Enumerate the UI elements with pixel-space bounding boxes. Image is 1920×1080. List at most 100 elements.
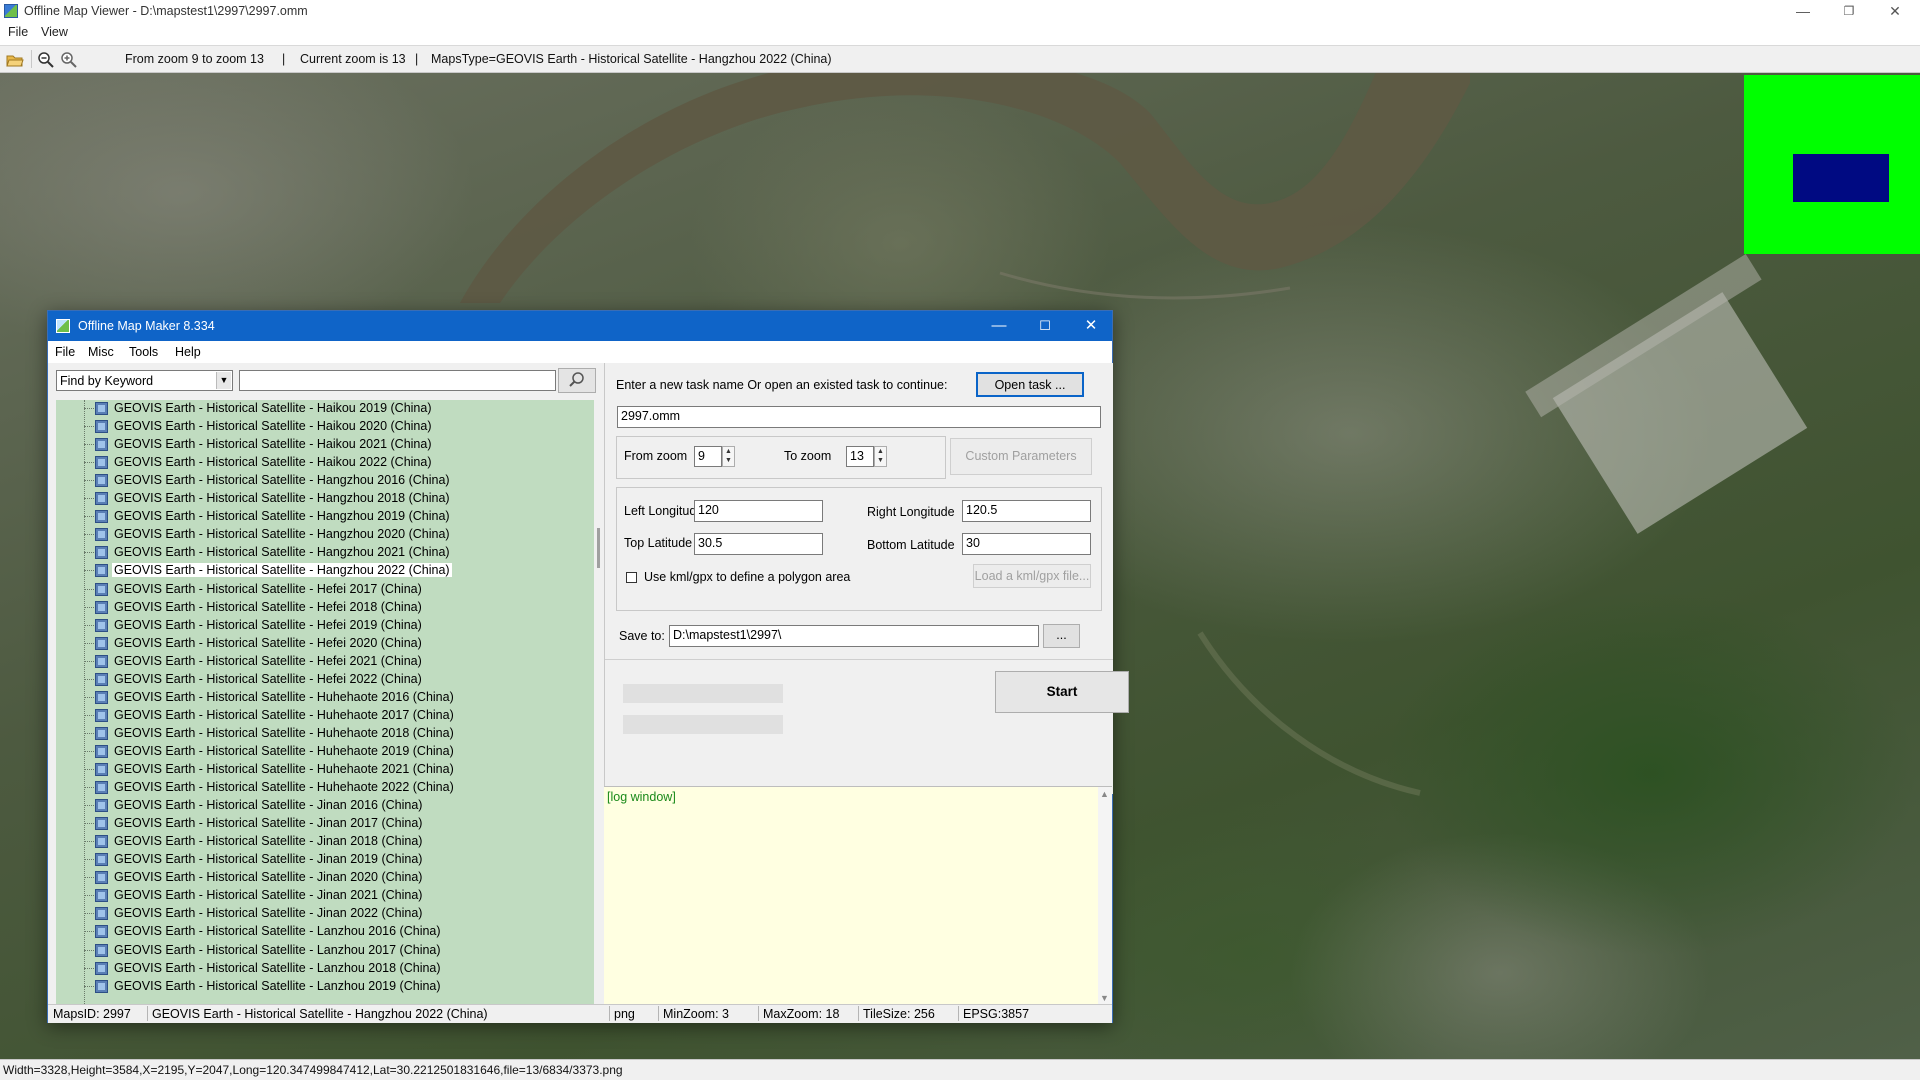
from-zoom-input[interactable]: 9 xyxy=(694,446,722,467)
tree-item[interactable]: GEOVIS Earth - Historical Satellite - He… xyxy=(56,635,595,653)
tree-item[interactable]: GEOVIS Earth - Historical Satellite - Ha… xyxy=(56,436,595,454)
task-prompt: Enter a new task name Or open an existed… xyxy=(616,378,948,392)
tree-item-label: GEOVIS Earth - Historical Satellite - Ji… xyxy=(114,870,423,885)
minimize-button[interactable]: — xyxy=(1780,0,1826,23)
tree-item[interactable]: GEOVIS Earth - Historical Satellite - Ha… xyxy=(56,490,595,508)
tree-item[interactable]: GEOVIS Earth - Historical Satellite - Ji… xyxy=(56,905,595,923)
dialog-minimize-button[interactable]: — xyxy=(976,311,1022,341)
tree-item[interactable]: GEOVIS Earth - Historical Satellite - Ha… xyxy=(56,400,595,418)
tree-item[interactable]: GEOVIS Earth - Historical Satellite - He… xyxy=(56,671,595,689)
tree-item[interactable]: GEOVIS Earth - Historical Satellite - La… xyxy=(56,978,595,996)
search-icon xyxy=(569,372,584,387)
tree-item[interactable]: GEOVIS Earth - Historical Satellite - He… xyxy=(56,599,595,617)
tree-item[interactable]: GEOVIS Earth - Historical Satellite - Hu… xyxy=(56,779,595,797)
tree-item[interactable]: GEOVIS Earth - Historical Satellite - Ji… xyxy=(56,887,595,905)
map-icon xyxy=(95,420,108,434)
tree-item[interactable]: GEOVIS Earth - Historical Satellite - Ha… xyxy=(56,472,595,490)
log-window[interactable]: [log window] ▲ ▼ xyxy=(604,786,1112,1005)
custom-parameters-button[interactable]: Custom Parameters xyxy=(950,438,1092,475)
tree-item-label: GEOVIS Earth - Historical Satellite - Ji… xyxy=(114,816,423,831)
tree-item[interactable]: GEOVIS Earth - Historical Satellite - He… xyxy=(56,581,595,599)
top-latitude-input[interactable]: 30.5 xyxy=(694,533,823,555)
tree-item[interactable]: GEOVIS Earth - Historical Satellite - Hu… xyxy=(56,689,595,707)
polygon-checkbox[interactable] xyxy=(626,572,637,583)
search-input[interactable] xyxy=(239,370,556,391)
status-min-zoom: MinZoom: 3 xyxy=(663,1007,729,1021)
menu-file[interactable]: File xyxy=(8,25,28,39)
scroll-down-icon[interactable]: ▼ xyxy=(1100,993,1109,1003)
tree-item[interactable]: GEOVIS Earth - Historical Satellite - He… xyxy=(56,653,595,671)
right-longitude-input[interactable]: 120.5 xyxy=(962,500,1091,522)
map-icon xyxy=(95,564,108,578)
tree-item-label: GEOVIS Earth - Historical Satellite - Ha… xyxy=(114,509,450,524)
find-mode-select[interactable]: Find by Keyword ▼ xyxy=(56,370,233,391)
start-button[interactable]: Start xyxy=(995,671,1129,713)
tree-line xyxy=(84,913,94,915)
zoom-in-icon[interactable] xyxy=(60,51,78,69)
task-name-input[interactable]: 2997.omm xyxy=(617,406,1101,428)
tree-item[interactable]: GEOVIS Earth - Historical Satellite - La… xyxy=(56,923,595,941)
task-panel: Enter a new task name Or open an existed… xyxy=(604,363,1129,794)
open-task-button[interactable]: Open task ... xyxy=(976,372,1084,397)
tree-line xyxy=(84,750,94,752)
tree-item[interactable]: GEOVIS Earth - Historical Satellite - Hu… xyxy=(56,761,595,779)
tree-item[interactable]: GEOVIS Earth - Historical Satellite - Ha… xyxy=(56,508,595,526)
to-zoom-input[interactable]: 13 xyxy=(846,446,874,467)
dialog-menu-tools[interactable]: Tools xyxy=(129,345,158,359)
tree-item-label: GEOVIS Earth - Historical Satellite - Ha… xyxy=(114,545,450,560)
tree-item-label: GEOVIS Earth - Historical Satellite - Hu… xyxy=(114,762,454,776)
status-divider xyxy=(858,1006,859,1021)
save-to-label: Save to: xyxy=(619,629,665,643)
close-button[interactable]: ✕ xyxy=(1872,0,1918,23)
tree-scrollbar[interactable] xyxy=(594,400,604,1004)
tree-item[interactable]: GEOVIS Earth - Historical Satellite - Hu… xyxy=(56,725,595,743)
maps-tree[interactable]: GEOVIS Earth - Historical Satellite - Ha… xyxy=(56,400,595,1004)
tree-item[interactable]: GEOVIS Earth - Historical Satellite - Ha… xyxy=(56,454,595,472)
load-kml-button[interactable]: Load a kml/gpx file... xyxy=(973,564,1091,588)
bottom-latitude-input[interactable]: 30 xyxy=(962,533,1091,555)
tree-item[interactable]: GEOVIS Earth - Historical Satellite - La… xyxy=(56,942,595,960)
search-button[interactable] xyxy=(558,368,596,393)
tree-item[interactable]: GEOVIS Earth - Historical Satellite - Ji… xyxy=(56,797,595,815)
map-icon xyxy=(95,781,108,795)
dialog-close-button[interactable]: ✕ xyxy=(1068,311,1114,341)
tree-item[interactable]: GEOVIS Earth - Historical Satellite - Ji… xyxy=(56,833,595,851)
menu-view[interactable]: View xyxy=(41,25,68,39)
dialog-menu-misc[interactable]: Misc xyxy=(88,345,114,359)
to-zoom-spinner[interactable]: ▲ ▼ xyxy=(874,446,887,467)
tree-item[interactable]: GEOVIS Earth - Historical Satellite - Ji… xyxy=(56,851,595,869)
maps-type-text: MapsType=GEOVIS Earth - Historical Satel… xyxy=(431,52,832,66)
tree-item-label: GEOVIS Earth - Historical Satellite - Hu… xyxy=(114,725,454,740)
minimap-viewport[interactable] xyxy=(1793,154,1889,202)
tree-item[interactable]: GEOVIS Earth - Historical Satellite - Ha… xyxy=(56,544,595,562)
tree-item[interactable]: GEOVIS Earth - Historical Satellite - Hu… xyxy=(56,743,595,761)
tree-item[interactable]: GEOVIS Earth - Historical Satellite - Ji… xyxy=(56,869,595,887)
save-path-input[interactable]: D:\mapstest1\2997\ xyxy=(669,625,1039,647)
restore-button[interactable]: ❐ xyxy=(1826,0,1872,23)
open-folder-icon[interactable] xyxy=(6,51,24,69)
status-divider xyxy=(609,1006,610,1021)
dialog-menu-help[interactable]: Help xyxy=(175,345,201,359)
tree-item[interactable]: GEOVIS Earth - Historical Satellite - Ha… xyxy=(56,526,595,544)
tree-item[interactable]: GEOVIS Earth - Historical Satellite - Ha… xyxy=(56,562,595,580)
overview-minimap[interactable] xyxy=(1744,75,1920,254)
left-longitude-input[interactable]: 120 xyxy=(694,500,823,522)
tree-item[interactable]: GEOVIS Earth - Historical Satellite - Ji… xyxy=(56,815,595,833)
browse-button[interactable]: ... xyxy=(1043,624,1080,648)
tree-line xyxy=(84,732,94,734)
tree-item[interactable]: GEOVIS Earth - Historical Satellite - He… xyxy=(56,617,595,635)
tree-scrollbar-thumb[interactable] xyxy=(597,528,600,568)
map-icon xyxy=(95,799,108,813)
tree-item[interactable]: GEOVIS Earth - Historical Satellite - Ha… xyxy=(56,418,595,436)
tree-item[interactable]: GEOVIS Earth - Historical Satellite - La… xyxy=(56,960,595,978)
dialog-menu-file[interactable]: File xyxy=(55,345,75,359)
scroll-up-icon[interactable]: ▲ xyxy=(1100,789,1109,799)
from-zoom-spinner[interactable]: ▲ ▼ xyxy=(722,446,735,467)
dialog-title-bar[interactable]: Offline Map Maker 8.334 — ☐ ✕ xyxy=(48,311,1112,341)
toolbar-separator: | xyxy=(282,52,286,66)
dialog-maximize-button[interactable]: ☐ xyxy=(1022,311,1068,341)
log-scrollbar[interactable]: ▲ ▼ xyxy=(1098,787,1112,1005)
tree-item[interactable]: GEOVIS Earth - Historical Satellite - Hu… xyxy=(56,707,595,725)
chevron-down-icon[interactable]: ▼ xyxy=(216,372,231,389)
zoom-out-icon[interactable] xyxy=(37,51,55,69)
